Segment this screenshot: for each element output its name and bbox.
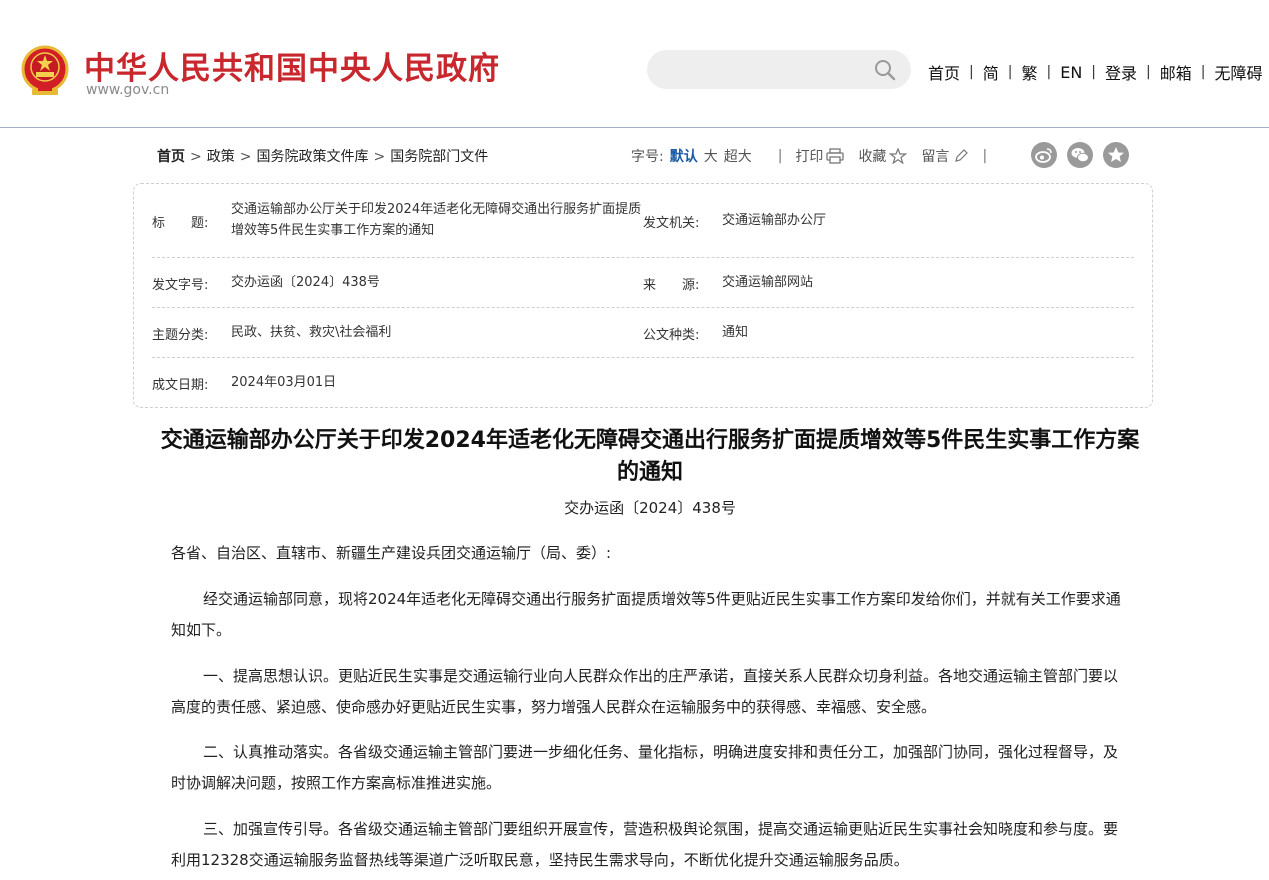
type-value: 通知 xyxy=(722,325,749,340)
breadcrumb-policy[interactable]: 政策 xyxy=(207,149,235,165)
search-input[interactable] xyxy=(665,58,865,80)
nav-simplified[interactable]: 简 xyxy=(983,60,999,84)
tools-separator: | xyxy=(982,148,988,164)
issuer-value: 交通运输部办公厅 xyxy=(722,213,827,228)
date-value: 2024年03月01日 xyxy=(231,375,337,390)
article-paragraph: 一、提高思想认识。更贴近民生实事是交通运输行业向人民群众作出的庄严承诺，直接关系… xyxy=(171,667,1119,716)
topic-label: 主题分类: xyxy=(152,328,209,343)
favorite-star-icon xyxy=(1108,147,1124,162)
top-nav: 首页 | 简 | 繁 | EN | 登录 | 邮箱 | 无障碍 xyxy=(928,60,1262,84)
breadcrumb-separator: > xyxy=(373,149,386,165)
favorite-label[interactable]: 收藏 xyxy=(858,146,886,166)
info-row-topic: 主题分类: 民政、扶贫、救灾\社会福利 公文种类: 通知 xyxy=(152,308,1134,358)
weibo-icon xyxy=(1035,148,1052,163)
info-row-docno: 发文字号: 交办运函〔2024〕438号 来 源: 交通运输部网站 xyxy=(152,258,1134,308)
nav-separator: | xyxy=(1146,64,1151,80)
site-url: www.gov.cn xyxy=(86,82,170,98)
breadcrumb-separator: > xyxy=(190,149,202,165)
article-tools: 字号: 默认 大 超大 | 打印 收藏 留言 | xyxy=(631,146,987,166)
font-size-label: 字号: xyxy=(631,149,664,165)
breadcrumb: 首页 > 政策 > 国务院政策文件库 > 国务院部门文件 xyxy=(157,146,488,166)
article-paragraph: 经交通运输部同意，现将2024年适老化无障碍交通出行服务扩面提质增效等5件更贴近… xyxy=(171,590,1121,639)
doc-no-value: 交办运函〔2024〕438号 xyxy=(231,275,380,290)
nav-separator: | xyxy=(969,64,974,80)
type-label: 公文种类: xyxy=(643,328,700,343)
nav-accessibility[interactable]: 无障碍 xyxy=(1214,60,1262,84)
nav-traditional[interactable]: 繁 xyxy=(1021,60,1037,84)
topic-value: 民政、扶贫、救灾\社会福利 xyxy=(231,325,392,340)
wechat-icon xyxy=(1071,148,1089,163)
nav-separator: | xyxy=(1046,64,1052,80)
print-label[interactable]: 打印 xyxy=(795,146,823,166)
font-size-default[interactable]: 默认 xyxy=(670,146,698,166)
date-label: 成文日期: xyxy=(152,378,209,393)
nav-separator: | xyxy=(1200,64,1206,80)
info-row-date: 成文日期: 2024年03月01日 xyxy=(152,358,1134,408)
nav-separator: | xyxy=(1091,64,1096,80)
star-icon[interactable] xyxy=(889,148,908,164)
article-doc-number: 交办运函〔2024〕438号 xyxy=(564,499,736,517)
article-paragraph: 二、认真推动落实。各省级交通运输主管部门要进一步细化任务、量化指标，明确进度安排… xyxy=(171,743,1119,792)
article-paragraph: 三、加强宣传引导。各省级交通运输主管部门要组织开展宣传，营造积极舆论氛围，提高交… xyxy=(171,820,1119,869)
breadcrumb-home[interactable]: 首页 xyxy=(157,149,185,165)
breadcrumb-department-docs[interactable]: 国务院部门文件 xyxy=(390,149,488,165)
nav-login[interactable]: 登录 xyxy=(1105,60,1137,84)
source-label: 来 源: xyxy=(643,278,700,293)
pencil-icon[interactable] xyxy=(952,148,970,164)
doc-no-label: 发文字号: xyxy=(152,278,209,293)
title-label: 标 题: xyxy=(152,216,209,231)
nav-mailbox[interactable]: 邮箱 xyxy=(1160,60,1192,84)
info-row-title: 标 题: 交通运输部办公厅关于印发2024年适老化无障碍交通出行服务扩面提质增效… xyxy=(152,184,1134,258)
nav-separator: | xyxy=(1007,64,1013,80)
search-icon[interactable] xyxy=(873,58,897,82)
article-salutation: 各省、自治区、直辖市、新疆生产建设兵团交通运输厅（局、委）: xyxy=(171,544,612,562)
favorite-share-button[interactable] xyxy=(1103,142,1129,168)
wechat-share-button[interactable] xyxy=(1067,142,1093,168)
article-title: 交通运输部办公厅关于印发2024年适老化无障碍交通出行服务扩面提质增效等5件民生… xyxy=(160,428,1140,485)
national-emblem-logo[interactable] xyxy=(20,45,70,97)
nav-home[interactable]: 首页 xyxy=(928,60,960,84)
font-size-large[interactable]: 大 xyxy=(704,146,718,166)
search-box xyxy=(647,50,911,89)
print-icon[interactable] xyxy=(826,148,845,164)
breadcrumb-policy-library[interactable]: 国务院政策文件库 xyxy=(256,149,368,165)
document-info-panel: 标 题: 交通运输部办公厅关于印发2024年适老化无障碍交通出行服务扩面提质增效… xyxy=(133,183,1153,408)
weibo-share-button[interactable] xyxy=(1031,142,1057,168)
font-size-xlarge[interactable]: 超大 xyxy=(724,146,752,166)
site-header: 中华人民共和国中央人民政府 www.gov.cn 首页 | 简 | 繁 | EN | 登… xyxy=(0,0,1269,128)
tools-separator: | xyxy=(777,148,783,164)
source-value: 交通运输部网站 xyxy=(722,275,814,290)
nav-english[interactable]: EN xyxy=(1060,63,1082,82)
issuer-label: 发文机关: xyxy=(643,216,700,231)
comment-label[interactable]: 留言 xyxy=(921,146,949,166)
title-value: 交通运输部办公厅关于印发2024年适老化无障碍交通出行服务扩面提质增效等5件民生… xyxy=(231,202,642,238)
breadcrumb-separator: > xyxy=(239,149,252,165)
